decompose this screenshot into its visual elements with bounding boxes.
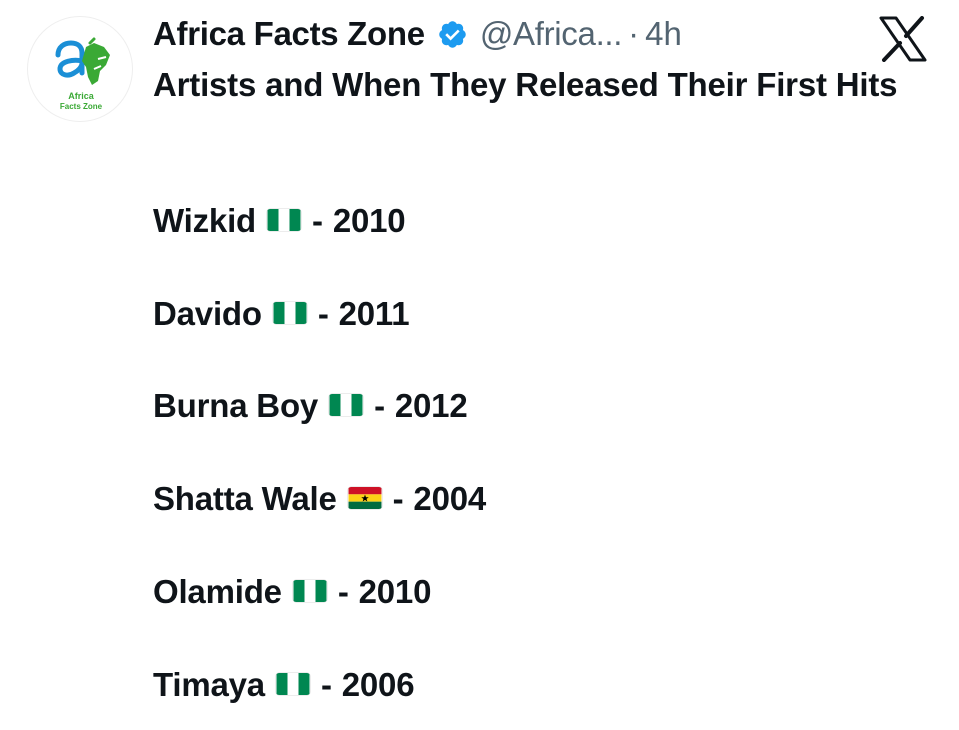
release-year: 2011	[338, 295, 410, 332]
dash: -	[320, 666, 332, 703]
tweet-text: Artists and When They Released Their Fir…	[153, 62, 938, 108]
list-item: Shatta Wale - 2004	[153, 476, 486, 522]
nigeria-flag-icon	[293, 580, 327, 602]
release-year: 2012	[394, 387, 468, 424]
dash: -	[392, 480, 404, 517]
list-item: Burna Boy - 2012	[153, 383, 468, 429]
timestamp[interactable]: 4h	[645, 15, 682, 53]
nigeria-flag-icon	[267, 209, 301, 231]
artist-name: Timaya	[153, 666, 265, 703]
dash: -	[374, 387, 385, 424]
separator-dot: ·	[628, 15, 640, 52]
dash: -	[312, 202, 323, 239]
africa-facts-zone-logo: Africa Facts Zone	[55, 37, 110, 111]
tweet-title: Artists and When They Released Their Fir…	[153, 66, 898, 103]
dash: -	[317, 295, 329, 332]
user-handle[interactable]: @Africa...	[480, 15, 623, 53]
ghana-flag-icon	[348, 487, 382, 509]
release-year: 2010	[332, 202, 406, 239]
avatar-text-line-1: Africa	[68, 91, 95, 101]
list-item: Wizkid - 2010	[153, 198, 406, 244]
avatar[interactable]: Africa Facts Zone	[27, 16, 133, 122]
release-year: 2010	[358, 573, 432, 610]
list-item: Olamide - 2010	[153, 569, 431, 615]
tweet-header: Africa Facts Zone @Africa... · 4h	[153, 14, 682, 54]
release-year: 2006	[341, 666, 415, 703]
avatar-text-line-2: Facts Zone	[60, 102, 103, 111]
x-logo-icon[interactable]	[878, 16, 928, 62]
list-item: Timaya - 2006	[153, 662, 415, 708]
nigeria-flag-icon	[273, 302, 307, 324]
artist-name: Olamide	[153, 573, 282, 610]
list-item: Davido - 2011	[153, 291, 410, 337]
artist-name: Burna Boy	[153, 387, 319, 424]
nigeria-flag-icon	[276, 673, 310, 695]
verified-badge-icon[interactable]	[437, 19, 468, 50]
nigeria-flag-icon	[329, 394, 363, 416]
display-name[interactable]: Africa Facts Zone	[153, 15, 425, 53]
artist-name: Davido	[153, 295, 262, 332]
dash: -	[337, 573, 349, 610]
artist-name: Shatta Wale	[153, 480, 337, 517]
artist-name: Wizkid	[153, 202, 257, 239]
release-year: 2004	[413, 480, 487, 517]
